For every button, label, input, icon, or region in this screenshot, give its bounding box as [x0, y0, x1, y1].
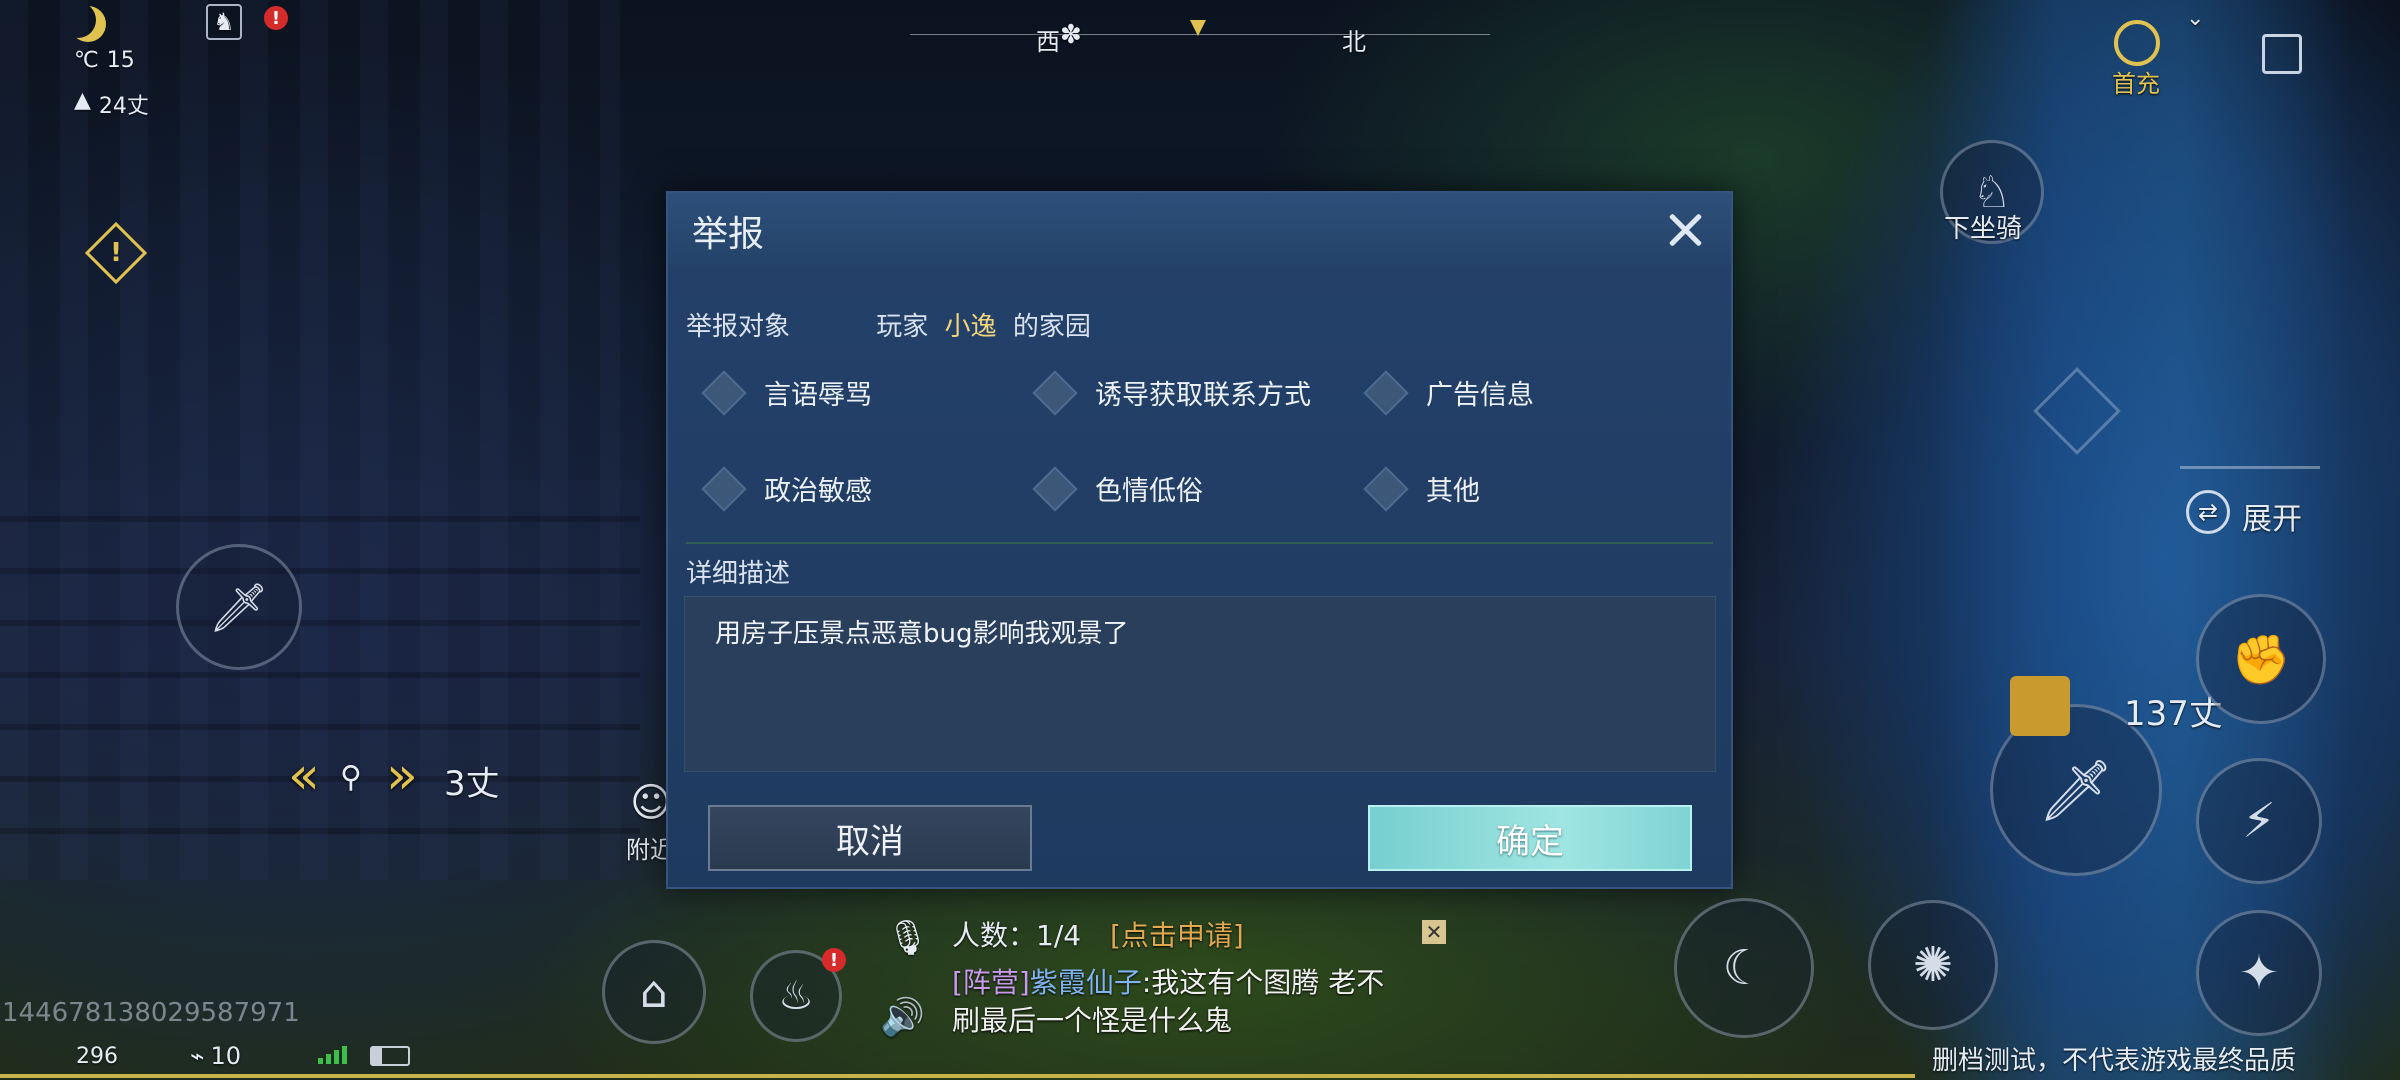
- team-count: 人数：1/4: [952, 919, 1082, 952]
- alert-badge: !: [264, 6, 288, 30]
- checkbox-diamond[interactable]: [1363, 465, 1409, 512]
- close-icon[interactable]: ✕: [1422, 920, 1446, 944]
- temperature-readout: ℃ 15: [74, 48, 135, 73]
- nearby-label[interactable]: 附近: [626, 830, 666, 865]
- report-option-other[interactable]: 其他: [1363, 465, 1480, 512]
- treasure-icon: [2010, 676, 2070, 736]
- expand-icon[interactable]: ⇄: [2186, 490, 2230, 534]
- thermometer-icon: ℃: [74, 48, 99, 73]
- waypoint-distance: 3丈: [444, 764, 500, 804]
- first-recharge-label[interactable]: 首充: [2112, 64, 2160, 99]
- waypoint-left-arrow: «: [288, 746, 320, 806]
- compass-west: 西: [1036, 28, 1060, 56]
- checkbox-diamond[interactable]: [701, 465, 747, 512]
- dismount-label[interactable]: 下坐骑: [1944, 208, 2022, 245]
- compass-heading-marker: [1190, 20, 1206, 36]
- compass-north: 北: [1342, 28, 1366, 56]
- ping-readout: ⌁ 10: [190, 1042, 241, 1070]
- report-target-row: 举报对象 玩家 小逸 的家园: [686, 306, 1091, 343]
- report-target-prefix: 玩家: [876, 312, 929, 342]
- report-option-political[interactable]: 政治敏感: [701, 465, 872, 512]
- report-option-contact[interactable]: 诱导获取联系方式: [1032, 369, 1311, 416]
- chat-message[interactable]: [阵营]紫霞仙子:我这有个图腾 老不 刷最后一个怪是什么鬼: [952, 964, 1384, 1040]
- altitude-readout: ▲ 24丈: [74, 88, 149, 119]
- compass-bar: 西 ✽ 北: [910, 20, 1490, 56]
- report-target-label: 举报对象: [686, 312, 791, 342]
- report-dialog-title: 举报: [692, 214, 765, 255]
- fps-counter: 296: [76, 1044, 118, 1069]
- report-dialog-header: 举报: [668, 193, 1731, 265]
- home-icon[interactable]: ⌂: [602, 940, 706, 1044]
- ping-icon: ⌁: [190, 1042, 205, 1070]
- team-apply-link[interactable]: [点击申请]: [1110, 914, 1244, 954]
- confirm-button[interactable]: 确定: [1368, 805, 1692, 871]
- chat-sender[interactable]: 紫霞仙子: [1030, 966, 1142, 999]
- waypoint-icon: ⚲: [340, 760, 362, 795]
- cancel-button[interactable]: 取消: [708, 805, 1032, 871]
- report-divider: [686, 542, 1713, 544]
- report-option-obscene[interactable]: 色情低俗: [1032, 465, 1203, 512]
- report-option-ads[interactable]: 广告信息: [1363, 369, 1534, 416]
- boot-icon[interactable]: ♞: [206, 4, 242, 40]
- chat-text-line1: :我这有个图腾 老不: [1141, 966, 1385, 999]
- checkbox-diamond[interactable]: [1363, 369, 1409, 416]
- chat-channel: [阵营]: [952, 966, 1030, 999]
- checkbox-diamond[interactable]: [1032, 369, 1078, 416]
- skill-orb-icon[interactable]: ✺: [1868, 900, 1998, 1030]
- moon-icon: [70, 6, 106, 42]
- speaker-icon[interactable]: 🔊: [880, 996, 925, 1038]
- checkbox-diamond[interactable]: [1032, 465, 1078, 512]
- bag-alert-badge: !: [822, 948, 846, 972]
- compass-icon: ✽: [1060, 20, 1082, 50]
- camera-icon[interactable]: [2262, 34, 2302, 74]
- description-label: 详细描述: [686, 559, 791, 589]
- skill-claw-icon[interactable]: ☾: [1674, 898, 1814, 1038]
- report-target-name: 小逸: [944, 312, 997, 342]
- close-icon[interactable]: [1663, 207, 1709, 253]
- background-stone-wall: [0, 480, 640, 880]
- report-dialog: 举报 举报对象 玩家 小逸 的家园 言语辱骂 诱导获取联系方式 广告信息 政治敏…: [666, 191, 1733, 889]
- expand-label[interactable]: 展开: [2242, 494, 2302, 538]
- mic-icon[interactable]: 🎙: [886, 918, 929, 958]
- sword-icon[interactable]: 🗡: [176, 544, 302, 670]
- battery-icon: [370, 1046, 410, 1066]
- user-id: 144678138029587971: [2, 998, 300, 1028]
- skill-kick-icon[interactable]: ✦: [2196, 910, 2322, 1036]
- report-option-abuse[interactable]: 言语辱骂: [701, 369, 872, 416]
- checkbox-diamond[interactable]: [701, 369, 747, 416]
- skill-run-icon[interactable]: ⚡: [2196, 758, 2322, 884]
- weapon-divider: [2180, 466, 2320, 469]
- report-target-suffix: 的家园: [1012, 312, 1091, 342]
- chevron-down-icon[interactable]: ⌄: [2186, 6, 2204, 31]
- skill-fist-icon[interactable]: ✊: [2196, 594, 2326, 724]
- description-text: 用房子压景点恶意bug影响我观景了: [715, 619, 1129, 649]
- first-recharge-icon[interactable]: [2114, 20, 2160, 66]
- signal-icon: [318, 1046, 347, 1064]
- experience-bar: [0, 1074, 1915, 1078]
- description-input[interactable]: 用房子压景点恶意bug影响我观景了: [684, 596, 1716, 772]
- chat-text-line2: 刷最后一个怪是什么鬼: [952, 1004, 1233, 1037]
- footer-notice: 删档测试，不代表游戏最终品质: [1932, 1046, 2297, 1076]
- mountain-icon: ▲: [74, 88, 91, 113]
- waypoint-right-arrow: »: [386, 746, 418, 806]
